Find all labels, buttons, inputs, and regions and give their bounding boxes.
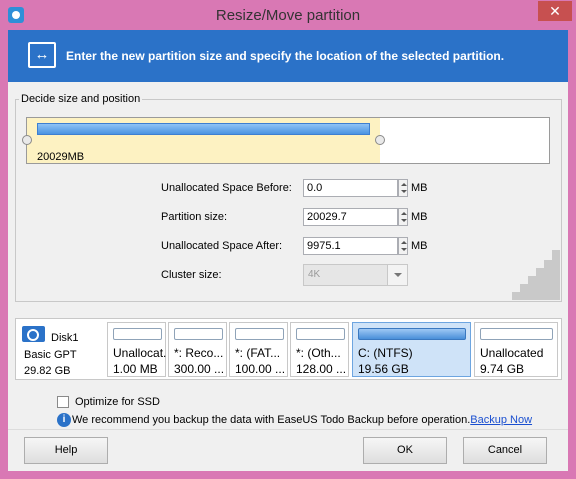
banner-text: Enter the new partition size and specify… <box>66 49 505 63</box>
partition-block-selected[interactable]: C: (NTFS) 19.56 GB <box>352 322 471 377</box>
title-bar[interactable]: Resize/Move partition ✕ <box>0 0 576 30</box>
partition-size: 100.00 ... <box>235 362 286 376</box>
disk-map: Disk1 Basic GPT 29.82 GB Unallocat... 1.… <box>15 318 562 380</box>
chevron-down-icon <box>387 265 407 285</box>
unallocated-after-spinner[interactable] <box>398 237 408 255</box>
resize-arrows-icon: ↔ <box>28 42 56 68</box>
used-space-area: 20029MB <box>27 118 380 163</box>
optimize-ssd-checkbox[interactable] <box>57 396 69 408</box>
backup-now-link[interactable]: Backup Now <box>470 414 532 426</box>
window-title: Resize/Move partition <box>215 7 361 24</box>
partition-usage-bar <box>296 328 345 340</box>
partition-usage-bar <box>358 328 466 340</box>
partition-name: *: (FAT... <box>235 346 281 360</box>
partition-block[interactable]: *: Reco... 300.00 ... <box>168 322 227 377</box>
partition-name: *: (Oth... <box>296 346 341 360</box>
disk-size: 29.82 GB <box>24 365 71 377</box>
unallocated-after-input[interactable]: 9975.1 <box>303 237 398 255</box>
partition-size: 19.56 GB <box>358 362 409 376</box>
info-text: We recommend you backup the data with Ea… <box>72 414 471 426</box>
info-message: We recommend you backup the data with Ea… <box>72 414 532 426</box>
disk-icon <box>22 326 45 342</box>
partition-size-unit: MB <box>411 211 428 223</box>
unallocated-after-label: Unallocated Space After: <box>161 240 283 252</box>
left-resize-handle[interactable] <box>22 135 32 145</box>
disk-name: Disk1 <box>51 332 79 344</box>
partition-block[interactable]: Unallocat... 1.00 MB <box>107 322 166 377</box>
partition-block[interactable]: *: (Oth... 128.00 ... <box>290 322 349 377</box>
stairs-watermark-icon <box>512 242 560 300</box>
partition-usage-bar <box>113 328 162 340</box>
unallocated-before-spinner[interactable] <box>398 179 408 197</box>
partition-size: 128.00 ... <box>296 362 347 376</box>
unallocated-before-label: Unallocated Space Before: <box>161 182 292 194</box>
partition-size-spinner[interactable] <box>398 208 408 226</box>
partition-block[interactable]: Unallocated 9.74 GB <box>474 322 558 377</box>
cluster-size-value: 4K <box>308 269 321 280</box>
header-banner: ↔ Enter the new partition size and speci… <box>8 30 568 82</box>
partition-size-bar[interactable]: 20029MB <box>22 117 550 164</box>
partition-size: 300.00 ... <box>174 362 225 376</box>
partition-size: 1.00 MB <box>113 362 158 376</box>
partition-fill-bar[interactable] <box>37 123 370 135</box>
unallocated-after-unit: MB <box>411 240 428 252</box>
size-position-group: Decide size and position 20029MB Unalloc… <box>15 93 562 302</box>
bar-size-label: 20029MB <box>37 151 85 163</box>
footer-divider <box>8 429 568 430</box>
dialog-body: ↔ Enter the new partition size and speci… <box>8 30 568 471</box>
partition-block[interactable]: *: (FAT... 100.00 ... <box>229 322 288 377</box>
partition-name: Unallocated <box>480 346 544 360</box>
group-label: Decide size and position <box>19 93 143 105</box>
partition-name: Unallocat... <box>113 346 166 360</box>
cancel-button[interactable]: Cancel <box>463 437 547 464</box>
disk-type: Basic GPT <box>24 349 77 361</box>
partition-name: C: (NTFS) <box>358 346 413 360</box>
right-resize-handle[interactable] <box>375 135 385 145</box>
partition-usage-bar <box>235 328 284 340</box>
cluster-size-label: Cluster size: <box>161 269 222 281</box>
unallocated-before-input[interactable]: 0.0 <box>303 179 398 197</box>
optimize-ssd-label[interactable]: Optimize for SSD <box>75 396 160 408</box>
partition-size: 9.74 GB <box>480 362 525 376</box>
partition-usage-bar <box>174 328 223 340</box>
partition-name: *: Reco... <box>174 346 224 360</box>
partition-size-label: Partition size: <box>161 211 228 223</box>
resize-move-window: Resize/Move partition ✕ ↔ Enter the new … <box>0 0 576 479</box>
partition-usage-bar <box>480 328 553 340</box>
cluster-size-select: 4K <box>303 264 408 286</box>
unallocated-before-unit: MB <box>411 182 428 194</box>
ok-button[interactable]: OK <box>363 437 447 464</box>
close-button[interactable]: ✕ <box>538 1 572 21</box>
partition-size-input[interactable]: 20029.7 <box>303 208 398 226</box>
help-button[interactable]: Help <box>24 437 108 464</box>
info-icon: i <box>57 413 71 427</box>
